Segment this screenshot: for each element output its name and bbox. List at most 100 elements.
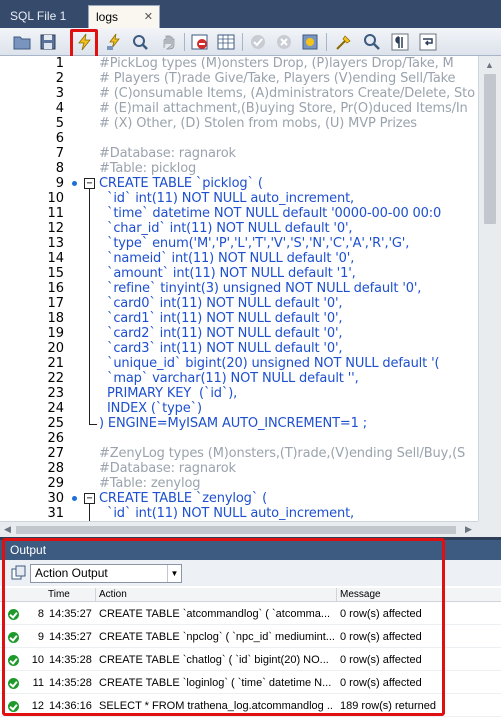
line-number: 19 bbox=[47, 326, 64, 341]
code-line[interactable]: 10 `id` int(11) NOT NULL auto_increment, bbox=[0, 191, 501, 206]
beautify-icon[interactable] bbox=[334, 32, 354, 52]
grid-icon[interactable] bbox=[216, 32, 236, 52]
code-line[interactable]: 5 # (X) Other, (D) Stolen from mobs, (U) … bbox=[0, 116, 501, 131]
scroll-thumb[interactable] bbox=[16, 526, 456, 534]
code-text: #Table: zenylog bbox=[99, 476, 201, 491]
tab-sql-file-1[interactable]: SQL File 1 bbox=[4, 5, 74, 27]
save-icon[interactable] bbox=[38, 32, 58, 52]
code-text: # (E)mail attachment,(B)uying Store, Pr(… bbox=[99, 101, 468, 116]
line-number: 11 bbox=[47, 206, 64, 221]
code-line[interactable]: 20 `card3` int(11) NOT NULL default '0', bbox=[0, 341, 501, 356]
fold-guide bbox=[89, 189, 90, 424]
sql-editor[interactable]: 1 #PickLog types (M)onsters Drop, (P)laye… bbox=[0, 56, 501, 521]
code-line[interactable]: 29 #Table: zenylog bbox=[0, 476, 501, 491]
rollback-icon[interactable] bbox=[274, 32, 294, 52]
code-line[interactable]: 25 ) ENGINE=MyISAM AUTO_INCREMENT=1 ; bbox=[0, 416, 501, 431]
code-line[interactable]: 31 `id` int(11) NOT NULL auto_increment, bbox=[0, 506, 501, 521]
code-text: `map` varchar(11) NOT NULL default '', bbox=[99, 371, 359, 386]
toolbar-separator bbox=[326, 33, 327, 51]
open-folder-icon[interactable] bbox=[12, 32, 32, 52]
line-number: 15 bbox=[47, 266, 64, 281]
code-line[interactable]: 17 `card0` int(11) NOT NULL default '0', bbox=[0, 296, 501, 311]
scroll-up-icon[interactable]: ▲ bbox=[485, 60, 494, 70]
code-line[interactable]: 19 `card2` int(11) NOT NULL default '0', bbox=[0, 326, 501, 341]
code-text: #Database: ragnarok bbox=[99, 461, 236, 476]
vertical-scrollbar[interactable]: ▲ bbox=[478, 56, 501, 521]
line-number: 18 bbox=[47, 311, 64, 326]
close-icon[interactable]: ✕ bbox=[144, 6, 153, 28]
line-number: 3 bbox=[55, 86, 64, 101]
code-line[interactable]: 2 # Players (T)rade Give/Take, Players (V… bbox=[0, 71, 501, 86]
line-number: 28 bbox=[47, 461, 64, 476]
code-line[interactable]: 6 bbox=[0, 131, 501, 146]
code-line[interactable]: 12 `char_id` int(11) NOT NULL default '0… bbox=[0, 221, 501, 236]
line-number: 26 bbox=[47, 431, 64, 446]
code-line[interactable]: 23 PRIMARY KEY (`id`), bbox=[0, 386, 501, 401]
code-text: `id` int(11) NOT NULL auto_increment, bbox=[99, 191, 355, 206]
code-text: `card2` int(11) NOT NULL default '0', bbox=[99, 326, 343, 341]
code-text: #Database: ragnarok bbox=[99, 146, 236, 161]
fold-guide-end bbox=[89, 424, 97, 425]
wrap-icon[interactable] bbox=[418, 32, 438, 52]
code-line[interactable]: 28 #Database: ragnarok bbox=[0, 461, 501, 476]
autocommit-icon[interactable] bbox=[300, 32, 320, 52]
toolbar-separator bbox=[184, 33, 185, 51]
fold-toggle-icon[interactable]: − bbox=[84, 493, 95, 504]
line-number: 27 bbox=[47, 446, 64, 461]
line-number: 8 bbox=[55, 161, 64, 176]
code-line[interactable]: 14 `nameid` int(11) NOT NULL default '0'… bbox=[0, 251, 501, 266]
code-text: CREATE TABLE `picklog` ( bbox=[99, 176, 263, 191]
line-number: 17 bbox=[47, 296, 64, 311]
code-line[interactable]: 7 #Database: ragnarok bbox=[0, 146, 501, 161]
line-number: 7 bbox=[55, 146, 64, 161]
line-number: 4 bbox=[55, 101, 64, 116]
execute-current-icon[interactable] bbox=[104, 32, 124, 52]
line-number: 30 bbox=[47, 491, 64, 506]
scroll-right-icon[interactable]: ▶ bbox=[465, 524, 472, 535]
invisible-chars-icon[interactable] bbox=[390, 32, 410, 52]
line-number: 10 bbox=[47, 191, 64, 206]
code-line[interactable]: 9 − CREATE TABLE `picklog` ( bbox=[0, 176, 501, 191]
code-text: #ZenyLog types (M)onsters,(T)rade,(V)end… bbox=[99, 446, 466, 461]
stop-icon[interactable] bbox=[158, 32, 178, 52]
code-line[interactable]: 24 INDEX (`type`) bbox=[0, 401, 501, 416]
scroll-left-icon[interactable]: ◀ bbox=[4, 524, 11, 535]
line-number: 25 bbox=[47, 416, 64, 431]
code-text: `card3` int(11) NOT NULL default '0', bbox=[99, 341, 343, 356]
line-number: 2 bbox=[55, 71, 64, 86]
code-line[interactable]: 13 `type` enum('M','P','L','T','V','S','… bbox=[0, 236, 501, 251]
scroll-corner bbox=[478, 521, 501, 537]
code-line[interactable]: 27 #ZenyLog types (M)onsters,(T)rade,(V)e… bbox=[0, 446, 501, 461]
code-line[interactable]: 11 `time` datetime NOT NULL default '000… bbox=[0, 206, 501, 221]
code-text: #Table: picklog bbox=[99, 161, 197, 176]
code-line[interactable]: 8 #Table: picklog bbox=[0, 161, 501, 176]
line-number: 22 bbox=[47, 371, 64, 386]
line-number: 9 bbox=[55, 176, 64, 191]
explain-icon[interactable] bbox=[130, 32, 150, 52]
find-icon[interactable] bbox=[362, 32, 382, 52]
code-line[interactable]: 18 `card1` int(11) NOT NULL default '0', bbox=[0, 311, 501, 326]
tab-label: SQL File 1 bbox=[10, 9, 67, 23]
toggle-output-icon[interactable] bbox=[190, 32, 210, 52]
fold-toggle-icon[interactable]: − bbox=[84, 178, 95, 189]
scroll-thumb[interactable] bbox=[484, 74, 496, 224]
code-line[interactable]: 4 # (E)mail attachment,(B)uying Store, Pr… bbox=[0, 101, 501, 116]
code-line[interactable]: 30 − CREATE TABLE `zenylog` ( bbox=[0, 491, 501, 506]
code-line[interactable]: 15 `amount` int(11) NOT NULL default '1'… bbox=[0, 266, 501, 281]
code-line[interactable]: 26 bbox=[0, 431, 501, 446]
code-text: ) ENGINE=MyISAM AUTO_INCREMENT=1 ; bbox=[99, 416, 367, 431]
code-line[interactable]: 3 # (C)onsumable Items, (A)dministrators … bbox=[0, 86, 501, 101]
code-line[interactable]: 16 `refine` tinyint(3) unsigned NOT NULL… bbox=[0, 281, 501, 296]
code-text: # (X) Other, (D) Stolen from mobs, (U) M… bbox=[99, 116, 417, 131]
tab-logs[interactable]: logs ✕ bbox=[88, 5, 160, 28]
horizontal-scrollbar[interactable]: ◀ ▶ bbox=[0, 521, 478, 537]
commit-icon[interactable] bbox=[248, 32, 268, 52]
statement-marker-icon bbox=[72, 496, 77, 501]
code-line[interactable]: 22 `map` varchar(11) NOT NULL default ''… bbox=[0, 371, 501, 386]
code-line[interactable]: 21 `unique_id` bigint(20) unsigned NOT N… bbox=[0, 356, 501, 371]
code-line[interactable]: 1 #PickLog types (M)onsters Drop, (P)laye… bbox=[0, 56, 501, 71]
line-number: 13 bbox=[47, 236, 64, 251]
code-text: INDEX (`type`) bbox=[99, 401, 202, 416]
line-number: 6 bbox=[55, 131, 64, 146]
code-text: # (C)onsumable Items, (A)dministrators C… bbox=[99, 86, 475, 101]
